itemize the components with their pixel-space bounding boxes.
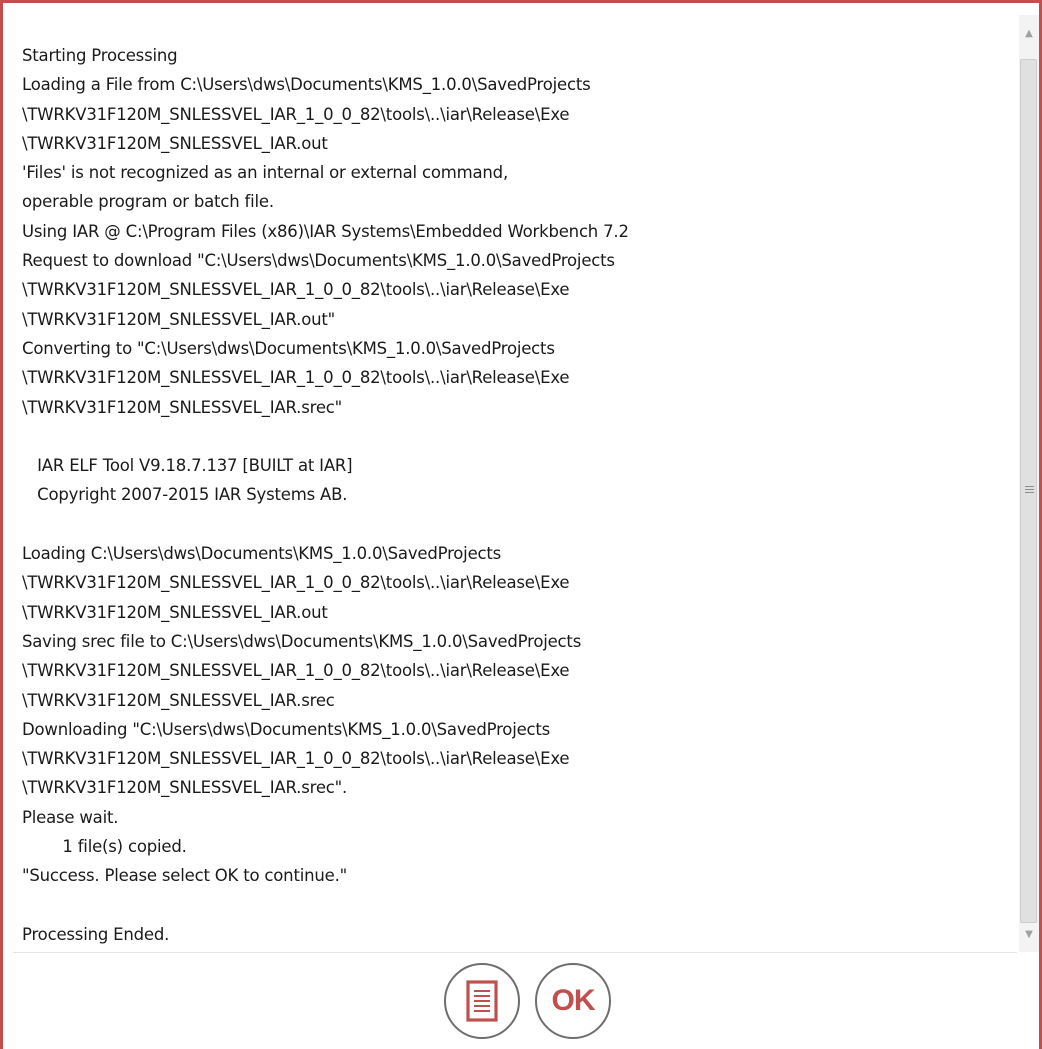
log-line: Using IAR @ C:\Program Files (x86)\IAR S… xyxy=(22,221,629,241)
log-line: \TWRKV31F120M_SNLESSVEL_IAR_1_0_0_82\too… xyxy=(22,104,570,124)
log-line: \TWRKV31F120M_SNLESSVEL_IAR.srec xyxy=(22,690,335,710)
output-dialog: Starting Processing Loading a File from … xyxy=(0,0,1042,1049)
scroll-thumb[interactable] xyxy=(1020,59,1037,923)
log-line: \TWRKV31F120M_SNLESSVEL_IAR_1_0_0_82\too… xyxy=(22,749,570,769)
log-line: Saving srec file to C:\Users\dws\Documen… xyxy=(22,631,582,651)
log-output-text: Starting Processing Loading a File from … xyxy=(22,41,629,949)
log-line: Please wait. xyxy=(22,807,119,827)
log-line: Processing Ended. xyxy=(22,924,170,944)
log-line: \TWRKV31F120M_SNLESSVEL_IAR.out" xyxy=(22,309,336,329)
log-line: Starting Processing xyxy=(22,46,178,65)
log-line: operable program or batch file. xyxy=(22,192,274,212)
log-line: Request to download "C:\Users\dws\Docume… xyxy=(22,251,615,271)
thumb-grip-line xyxy=(1025,486,1034,487)
log-line: \TWRKV31F120M_SNLESSVEL_IAR_1_0_0_82\too… xyxy=(22,280,570,300)
scroll-up-arrow-icon[interactable]: ▲ xyxy=(1019,15,1039,51)
log-line: Downloading "C:\Users\dws\Documents\KMS_… xyxy=(22,719,551,739)
log-line: \TWRKV31F120M_SNLESSVEL_IAR.srec" xyxy=(22,397,343,417)
log-line: 1 file(s) copied. xyxy=(22,837,187,857)
log-output-area[interactable]: Starting Processing Loading a File from … xyxy=(13,15,1017,952)
log-line: Loading a File from C:\Users\dws\Documen… xyxy=(22,75,591,95)
document-list-icon xyxy=(466,980,498,1022)
log-line: \TWRKV31F120M_SNLESSVEL_IAR_1_0_0_82\too… xyxy=(22,368,570,388)
log-line: \TWRKV31F120M_SNLESSVEL_IAR.out xyxy=(22,133,328,153)
log-line: 'Files' is not recognized as an internal… xyxy=(22,163,508,183)
log-line: IAR ELF Tool V9.18.7.137 [BUILT at IAR] xyxy=(22,456,353,476)
log-line: \TWRKV31F120M_SNLESSVEL_IAR_1_0_0_82\too… xyxy=(22,573,570,593)
log-line: "Success. Please select OK to continue." xyxy=(22,866,347,886)
log-line: Loading C:\Users\dws\Documents\KMS_1.0.0… xyxy=(22,544,502,564)
thumb-grip-line xyxy=(1025,492,1034,493)
view-log-button[interactable] xyxy=(444,963,520,1039)
log-line: Copyright 2007-2015 IAR Systems AB. xyxy=(22,485,348,505)
thumb-grip-line xyxy=(1025,489,1034,490)
log-line: \TWRKV31F120M_SNLESSVEL_IAR_1_0_0_82\too… xyxy=(22,661,570,681)
ok-button-label: OK xyxy=(551,984,596,1017)
log-line: Converting to "C:\Users\dws\Documents\KM… xyxy=(22,338,555,358)
ok-button[interactable]: OK xyxy=(535,963,611,1039)
footer-divider xyxy=(13,952,1017,953)
scroll-down-arrow-icon[interactable]: ▼ xyxy=(1019,916,1039,952)
log-line: \TWRKV31F120M_SNLESSVEL_IAR.srec". xyxy=(22,778,348,798)
log-line: \TWRKV31F120M_SNLESSVEL_IAR.out xyxy=(22,602,328,622)
vertical-scrollbar[interactable]: ▲ ▼ xyxy=(1019,15,1039,952)
